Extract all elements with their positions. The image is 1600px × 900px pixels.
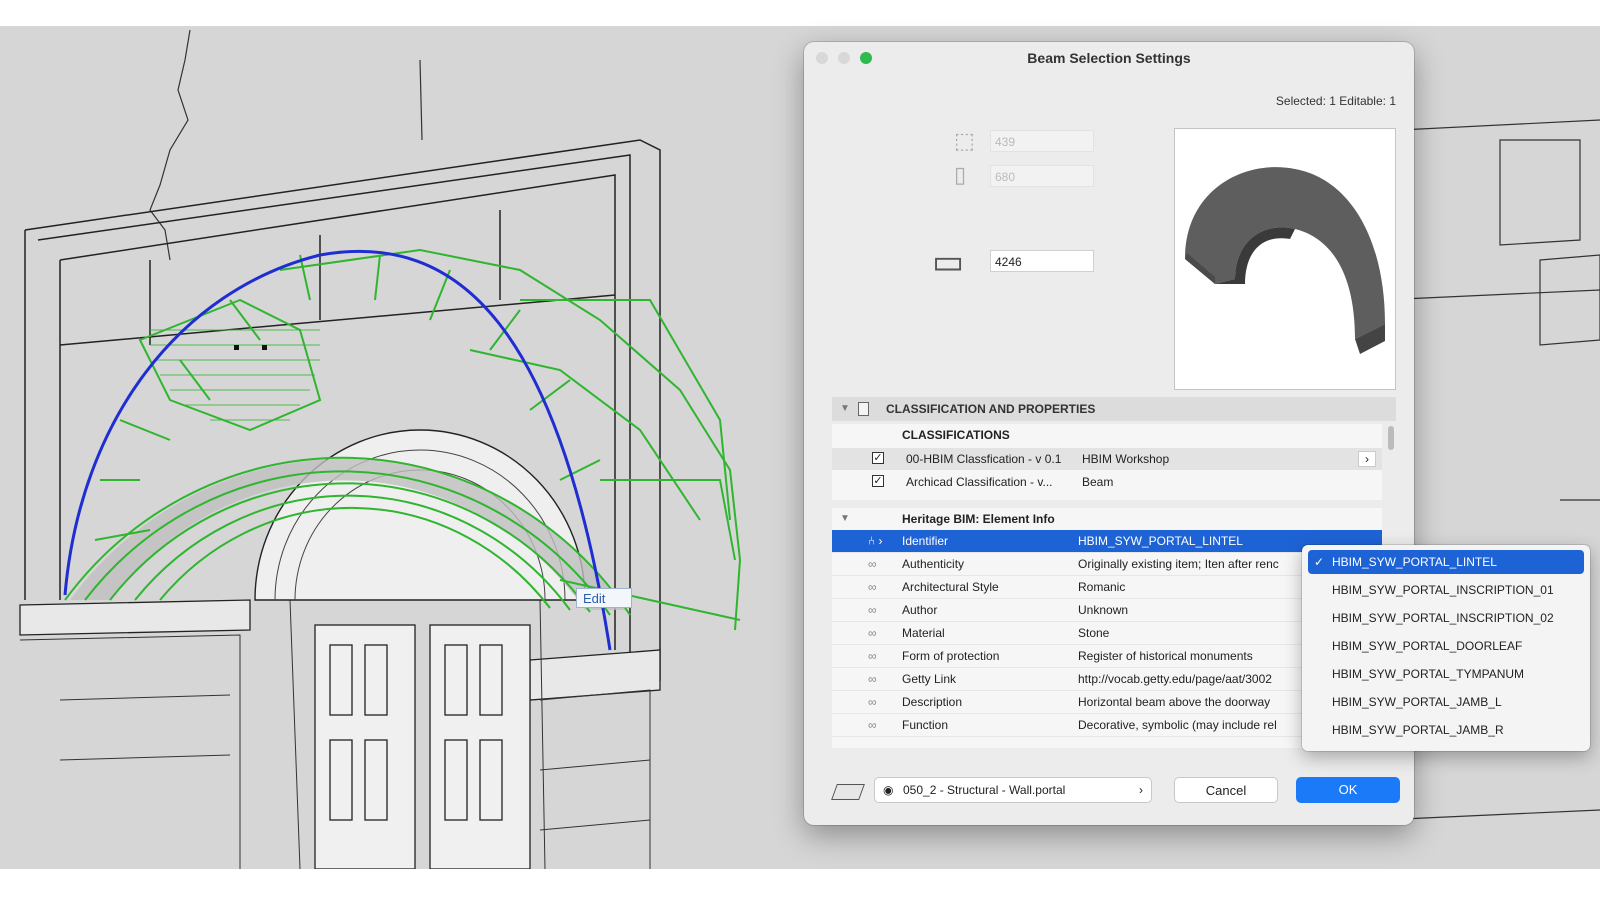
property-name: Description xyxy=(902,695,963,709)
classification-name: 00-HBIM Classfication - v 0.1 xyxy=(906,452,1062,466)
property-value[interactable]: Register of historical monuments xyxy=(1078,645,1253,667)
property-name: Form of protection xyxy=(902,649,1000,663)
classification-checkbox[interactable]: ✓ xyxy=(872,452,884,464)
classification-value: HBIM Workshop xyxy=(1082,452,1170,466)
edit-tag[interactable]: Edit xyxy=(576,588,632,608)
dropdown-option[interactable]: HBIM_SYW_PORTAL_INSCRIPTION_02 xyxy=(1308,606,1584,630)
beam-3d-preview[interactable] xyxy=(1174,128,1396,390)
cancel-button[interactable]: Cancel xyxy=(1174,777,1278,803)
property-name: Getty Link xyxy=(902,672,957,686)
link-icon: ∞ xyxy=(868,603,877,617)
property-value[interactable]: Stone xyxy=(1078,622,1109,644)
dropdown-option[interactable]: ✓ HBIM_SYW_PORTAL_LINTEL xyxy=(1308,550,1584,574)
chevron-right-icon[interactable]: › xyxy=(1358,451,1376,467)
property-name: Identifier xyxy=(902,534,949,548)
document-icon xyxy=(858,402,869,416)
property-value[interactable]: http://vocab.getty.edu/page/aat/3002 xyxy=(1078,668,1272,690)
link-icon: ∞ xyxy=(868,695,877,709)
eye-icon[interactable]: ◉ xyxy=(883,778,893,802)
beam-height-icon: ▯ xyxy=(954,162,967,187)
dropdown-option[interactable]: HBIM_SYW_PORTAL_JAMB_L xyxy=(1308,690,1584,714)
arch-preview-model xyxy=(1185,167,1385,354)
layer-icon xyxy=(831,784,865,800)
link-icon: ⑃ › xyxy=(868,534,883,548)
property-row[interactable]: ∞ Function Decorative, symbolic (may inc… xyxy=(832,714,1382,737)
option-label: HBIM_SYW_PORTAL_LINTEL xyxy=(1332,555,1497,569)
dropdown-option[interactable]: HBIM_SYW_PORTAL_TYMPANUM xyxy=(1308,662,1584,686)
property-group-header[interactable]: ▼ Heritage BIM: Element Info xyxy=(832,508,1382,530)
property-value[interactable]: HBIM_SYW_PORTAL_LINTEL xyxy=(1078,530,1243,552)
collapse-triangle-icon[interactable]: ▼ xyxy=(840,397,850,421)
option-label: HBIM_SYW_PORTAL_DOORLEAF xyxy=(1332,639,1523,653)
classification-checkbox[interactable]: ✓ xyxy=(872,475,884,487)
property-row[interactable]: ∞ Author Unknown xyxy=(832,599,1382,622)
dialog-footer: ◉ 050_2 - Structural - Wall.portal › Can… xyxy=(804,762,1414,825)
property-value[interactable]: Decorative, symbolic (may include rel xyxy=(1078,714,1277,736)
ok-button[interactable]: OK xyxy=(1296,777,1400,803)
properties-list: ▼ Heritage BIM: Element Info ⑃ › Identif… xyxy=(832,508,1382,748)
property-row-identifier[interactable]: ⑃ › Identifier HBIM_SYW_PORTAL_LINTEL xyxy=(832,530,1382,553)
link-icon: ∞ xyxy=(868,672,877,686)
classifications-header: CLASSIFICATIONS xyxy=(902,428,1010,442)
link-icon: ∞ xyxy=(868,718,877,732)
beam-width-icon: ⬚ xyxy=(954,128,975,153)
title-bar: Beam Selection Settings xyxy=(804,42,1414,74)
option-label: HBIM_SYW_PORTAL_TYMPANUM xyxy=(1332,667,1525,681)
classifications-list: CLASSIFICATIONS ✓ 00-HBIM Classfication … xyxy=(832,424,1382,500)
checkmark-icon: ✓ xyxy=(1314,555,1325,569)
layer-selector[interactable]: ◉ 050_2 - Structural - Wall.portal › xyxy=(874,777,1152,803)
identifier-dropdown-menu: ✓ HBIM_SYW_PORTAL_LINTEL HBIM_SYW_PORTAL… xyxy=(1302,545,1590,751)
property-row[interactable]: ∞ Material Stone xyxy=(832,622,1382,645)
property-row[interactable]: ∞ Form of protection Register of histori… xyxy=(832,645,1382,668)
option-label: HBIM_SYW_PORTAL_INSCRIPTION_02 xyxy=(1332,611,1554,625)
property-value[interactable]: Unknown xyxy=(1078,599,1128,621)
dropdown-option[interactable]: HBIM_SYW_PORTAL_INSCRIPTION_01 xyxy=(1308,578,1584,602)
property-group-title: Heritage BIM: Element Info xyxy=(902,512,1055,526)
classification-properties-header[interactable]: ▼ CLASSIFICATION AND PROPERTIES xyxy=(832,397,1396,421)
selection-count: Selected: 1 Editable: 1 xyxy=(1275,94,1396,108)
link-icon: ∞ xyxy=(868,649,877,663)
property-value[interactable]: Originally existing item; Iten after ren… xyxy=(1078,553,1279,575)
layer-label: 050_2 - Structural - Wall.portal xyxy=(903,783,1066,797)
property-name: Function xyxy=(902,718,949,732)
property-row[interactable]: ∞ Authenticity Originally existing item;… xyxy=(832,553,1382,576)
beam-width-field[interactable]: 439 xyxy=(990,130,1094,152)
beam-height-field[interactable]: 680 xyxy=(990,165,1094,187)
dropdown-option[interactable]: HBIM_SYW_PORTAL_JAMB_R xyxy=(1308,718,1584,742)
beam-length-field[interactable]: 4246 xyxy=(990,250,1094,272)
link-icon: ∞ xyxy=(868,626,877,640)
collapse-triangle-icon[interactable]: ▼ xyxy=(840,508,850,530)
property-value[interactable]: Horizontal beam above the doorway xyxy=(1078,691,1270,713)
property-row[interactable]: ∞ Getty Link http://vocab.getty.edu/page… xyxy=(832,668,1382,691)
option-label: HBIM_SYW_PORTAL_JAMB_R xyxy=(1332,723,1504,737)
property-row[interactable]: ∞ Architectural Style Romanic xyxy=(832,576,1382,599)
chevron-right-icon: › xyxy=(1139,783,1143,797)
property-name: Authenticity xyxy=(902,557,965,571)
section-title: CLASSIFICATION AND PROPERTIES xyxy=(886,402,1096,416)
property-value[interactable]: Romanic xyxy=(1078,576,1125,598)
property-name: Author xyxy=(902,603,938,617)
dialog-title: Beam Selection Settings xyxy=(1027,50,1191,66)
classification-row[interactable]: ✓ Archicad Classification - v... Beam xyxy=(832,471,1382,493)
classification-name: Archicad Classification - v... xyxy=(906,475,1053,489)
property-name: Material xyxy=(902,626,945,640)
link-icon: ∞ xyxy=(868,557,877,571)
property-name: Architectural Style xyxy=(902,580,999,594)
classification-row[interactable]: ✓ 00-HBIM Classfication - v 0.1 HBIM Wor… xyxy=(832,448,1382,470)
classification-value: Beam xyxy=(1082,475,1114,489)
vertical-scrollbar[interactable] xyxy=(1388,426,1394,450)
link-icon: ∞ xyxy=(868,580,877,594)
dropdown-option[interactable]: HBIM_SYW_PORTAL_DOORLEAF xyxy=(1308,634,1584,658)
option-label: HBIM_SYW_PORTAL_INSCRIPTION_01 xyxy=(1332,583,1554,597)
option-label: HBIM_SYW_PORTAL_JAMB_L xyxy=(1332,695,1502,709)
property-row[interactable]: ∞ Description Horizontal beam above the … xyxy=(832,691,1382,714)
beam-length-icon: ▭ xyxy=(932,243,965,281)
